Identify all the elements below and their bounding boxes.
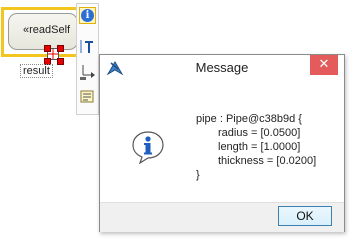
resize-handle[interactable]	[44, 45, 51, 52]
action-node-body[interactable]: «readSelf	[8, 13, 78, 50]
mini-toolbar: i	[76, 3, 99, 115]
info-icon: i	[81, 9, 94, 22]
info-button[interactable]: i	[79, 7, 96, 24]
flow-tool-button[interactable]	[79, 64, 96, 81]
message-line: }	[196, 169, 200, 181]
action-node[interactable]: «readSelf	[1, 7, 85, 57]
dialog-title: Message	[195, 60, 249, 75]
message-line: pipe : Pipe@c38b9d {	[196, 113, 302, 125]
message-line: thickness = [0.0200]	[218, 155, 317, 167]
resize-handle[interactable]	[57, 58, 64, 65]
text-tool-button[interactable]	[79, 38, 96, 55]
pin-label[interactable]: result	[20, 64, 53, 78]
text-tool-icon	[80, 40, 93, 53]
message-line: radius = [0.0500]	[218, 127, 301, 139]
note-tool-icon	[80, 90, 94, 103]
close-icon: ✕	[318, 57, 330, 72]
note-tool-button[interactable]	[79, 88, 96, 105]
information-icon	[132, 131, 164, 164]
action-node-label: «readSelf	[23, 24, 71, 36]
message-text: pipe : Pipe@c38b9d { radius = [0.0500] l…	[196, 112, 316, 182]
dialog-content: pipe : Pipe@c38b9d { radius = [0.0500] l…	[100, 82, 344, 202]
message-dialog: Message ✕ pipe : Pipe@c38b9d { radius = …	[99, 54, 345, 232]
message-line: length = [1.0000]	[218, 141, 301, 153]
flow-tool-icon	[80, 65, 95, 80]
dialog-titlebar[interactable]: Message ✕	[100, 55, 344, 81]
resize-handle[interactable]	[57, 45, 64, 52]
close-button[interactable]: ✕	[310, 55, 338, 75]
ok-button[interactable]: OK	[278, 206, 332, 226]
dialog-footer: OK	[100, 202, 344, 232]
